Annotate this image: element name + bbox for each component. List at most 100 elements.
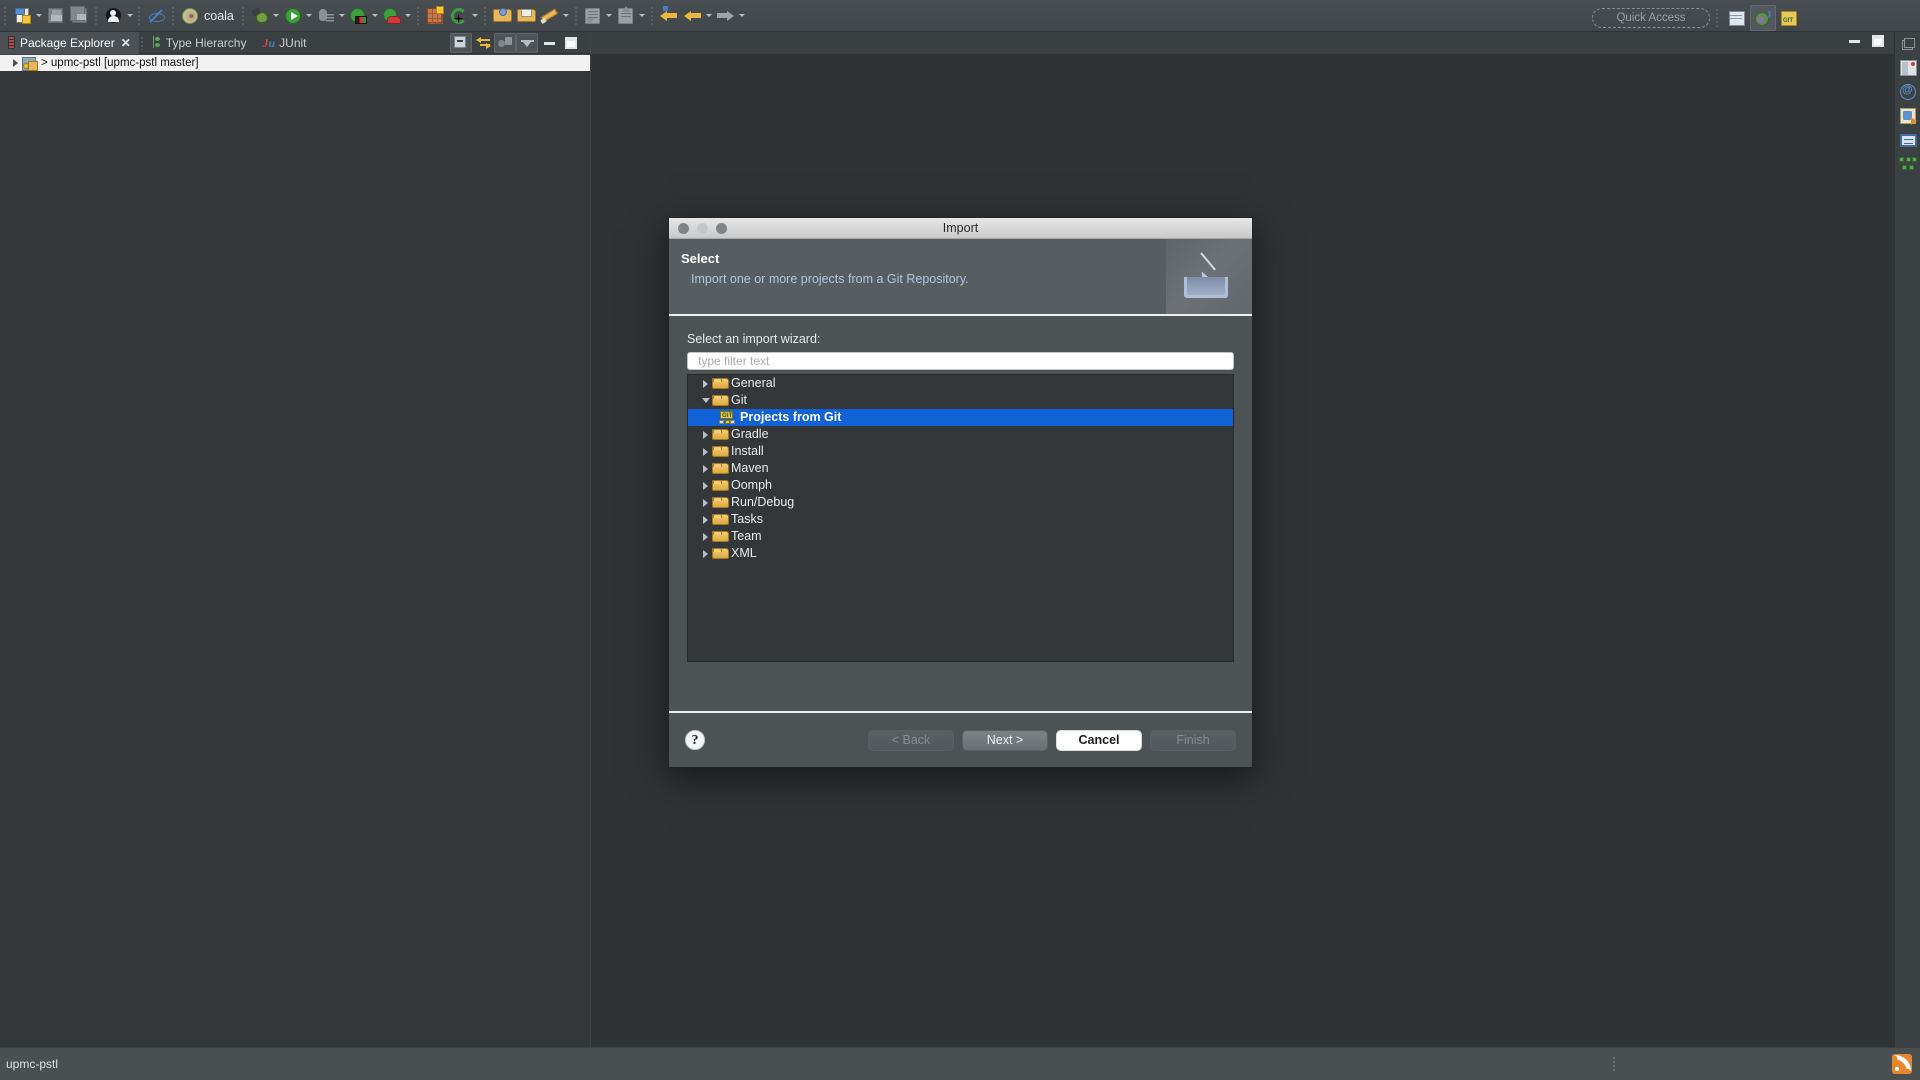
tree-row[interactable]: Oomph [688, 477, 1233, 494]
run-configurations-dropdown[interactable] [404, 5, 413, 27]
deactivate-task-button[interactable] [144, 4, 168, 28]
tab-junit[interactable]: Ju JUnit [254, 32, 314, 53]
expand-twisty-icon[interactable] [699, 516, 712, 524]
arrow-stem [1200, 252, 1216, 271]
coverage-button[interactable] [347, 4, 371, 28]
tree-row[interactable]: Gradle [688, 426, 1233, 443]
run-button[interactable] [281, 4, 305, 28]
expand-twisty-icon[interactable] [699, 499, 712, 507]
tree-row[interactable]: Git [688, 392, 1233, 409]
new-wizard-dropdown[interactable] [34, 5, 43, 27]
external-tools-icon [318, 8, 334, 24]
new-wizard-button[interactable] [10, 4, 34, 28]
minimize-icon[interactable] [1849, 39, 1860, 43]
filter-input[interactable]: type filter text [687, 352, 1234, 370]
minimize-view-button[interactable] [538, 33, 560, 53]
run-configurations-button[interactable] [380, 4, 404, 28]
finish-button[interactable]: Finish [1150, 729, 1236, 751]
collapse-twisty-icon[interactable] [699, 398, 712, 403]
maximize-icon[interactable] [1872, 35, 1884, 47]
save-icon [47, 8, 63, 23]
expand-twisty-icon[interactable] [10, 59, 20, 67]
open-perspective-button[interactable] [1724, 5, 1750, 31]
open-task-button[interactable] [101, 4, 125, 28]
tree-row[interactable]: Maven [688, 460, 1233, 477]
tab-package-explorer[interactable]: Package Explorer ✕ [0, 32, 139, 54]
tab-separator [140, 36, 143, 50]
tree-row[interactable]: Run/Debug [688, 494, 1233, 511]
close-icon[interactable]: ✕ [121, 37, 131, 49]
mylyn-button[interactable] [1895, 80, 1920, 104]
external-tools-dropdown[interactable] [338, 5, 347, 27]
expand-twisty-icon[interactable] [699, 431, 712, 439]
task-list-button[interactable] [1895, 104, 1920, 128]
servers-button[interactable] [1895, 56, 1920, 80]
tree-row[interactable]: Projects from Git [688, 409, 1233, 426]
tab-label: Package Explorer [20, 35, 115, 50]
back-pinned-button[interactable] [657, 4, 681, 28]
link-with-editor-button[interactable] [472, 33, 494, 53]
external-tools-button[interactable] [314, 4, 338, 28]
forward-button[interactable] [714, 4, 738, 28]
export-button[interactable] [614, 4, 638, 28]
maximize-view-button[interactable] [560, 33, 582, 53]
search-button[interactable] [514, 4, 538, 28]
dialog-footer: ? < Back Next > Cancel Finish [669, 711, 1252, 767]
collapse-all-button[interactable] [450, 33, 472, 53]
new-class-button[interactable]: + [447, 4, 471, 28]
tree-row[interactable]: Team [688, 528, 1233, 545]
quick-access-input[interactable]: Quick Access [1592, 8, 1710, 28]
debug-button[interactable] [248, 4, 272, 28]
back-dropdown[interactable] [705, 5, 714, 27]
back-pinned-arrow-icon [660, 5, 678, 23]
git-perspective-button[interactable] [1776, 5, 1802, 31]
expand-twisty-icon[interactable] [699, 482, 712, 490]
tab-type-hierarchy[interactable]: Type Hierarchy [145, 32, 255, 53]
annotate-button[interactable] [538, 4, 562, 28]
import-button[interactable] [581, 4, 605, 28]
tree-row[interactable]: Tasks [688, 511, 1233, 528]
coala-button[interactable] [178, 4, 202, 28]
rss-feed-icon[interactable] [1892, 1054, 1912, 1074]
tree-row-project[interactable]: > upmc-pstl [upmc-pstl master] [0, 55, 590, 71]
open-task-dropdown[interactable] [125, 5, 134, 27]
forward-dropdown[interactable] [738, 5, 747, 27]
annotate-dropdown[interactable] [562, 5, 571, 27]
focus-on-active-task-button[interactable] [494, 33, 516, 53]
tree-row[interactable]: XML [688, 545, 1233, 562]
tree-row[interactable]: Install [688, 443, 1233, 460]
cancel-button[interactable]: Cancel [1056, 729, 1142, 751]
status-drag-handle[interactable] [1613, 1056, 1615, 1072]
expand-twisty-icon[interactable] [699, 533, 712, 541]
next-button[interactable]: Next > [962, 729, 1048, 751]
expand-twisty-icon[interactable] [699, 465, 712, 473]
hierarchy-button[interactable] [1895, 152, 1920, 176]
back-button[interactable]: < Back [868, 729, 954, 751]
debug-dropdown[interactable] [272, 5, 281, 27]
import-dropdown[interactable] [605, 5, 614, 27]
editor-window-buttons [1849, 35, 1884, 47]
task-list-icon [1900, 108, 1917, 125]
expand-twisty-icon[interactable] [699, 380, 712, 388]
java-perspective-button[interactable]: J [1750, 5, 1776, 31]
coverage-dropdown[interactable] [371, 5, 380, 27]
expand-twisty-icon[interactable] [699, 448, 712, 456]
view-menu-button[interactable] [516, 33, 538, 53]
wizard-tree[interactable]: General Git Projects from Git Gradle Install… [687, 374, 1234, 662]
back-button[interactable] [681, 4, 705, 28]
save-all-button[interactable] [67, 4, 91, 28]
restore-button[interactable] [1895, 32, 1920, 56]
help-button[interactable]: ? [685, 730, 705, 750]
java-perspective-icon: J [1754, 10, 1772, 26]
new-class-dropdown[interactable] [471, 5, 480, 27]
console-button[interactable] [1895, 128, 1920, 152]
save-button[interactable] [43, 4, 67, 28]
export-dropdown[interactable] [638, 5, 647, 27]
new-package-button[interactable] [423, 4, 447, 28]
open-type-button[interactable] [490, 4, 514, 28]
expand-twisty-icon[interactable] [699, 550, 712, 558]
tree-row[interactable]: General [688, 375, 1233, 392]
git-wizard-icon [719, 411, 735, 424]
toolbar-separator [483, 5, 486, 26]
run-dropdown[interactable] [305, 5, 314, 27]
